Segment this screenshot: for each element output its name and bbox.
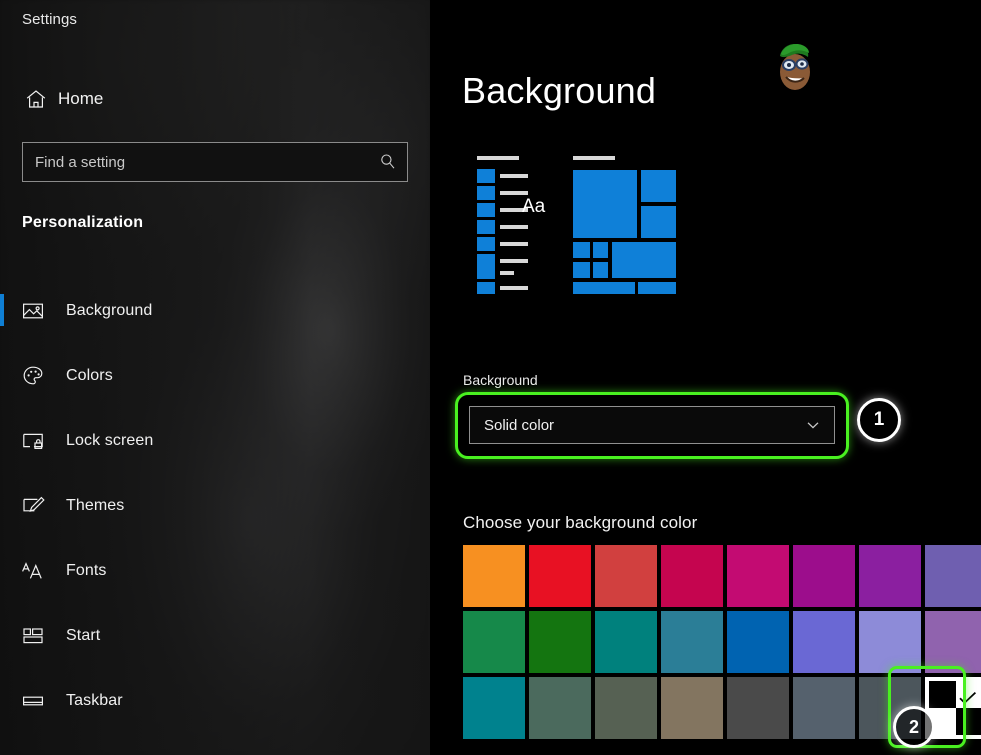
page-title: Background bbox=[462, 70, 656, 112]
background-dropdown-value: Solid color bbox=[470, 417, 792, 434]
search-box[interactable] bbox=[22, 142, 408, 182]
color-swatch[interactable] bbox=[595, 611, 657, 673]
sidebar: Settings Home bbox=[0, 0, 430, 755]
background-field-label: Background bbox=[463, 372, 538, 388]
taskbar-icon bbox=[0, 689, 66, 713]
search-input[interactable] bbox=[23, 143, 369, 181]
sidebar-item-taskbar[interactable]: Taskbar bbox=[0, 668, 430, 733]
sidebar-item-background[interactable]: Background bbox=[0, 278, 430, 343]
choose-color-heading: Choose your background color bbox=[463, 513, 697, 533]
background-dropdown[interactable]: Solid color bbox=[469, 406, 835, 444]
sidebar-item-home[interactable]: Home bbox=[14, 80, 414, 118]
color-swatch[interactable] bbox=[463, 611, 525, 673]
color-swatch[interactable] bbox=[727, 677, 789, 739]
sidebar-nav-list: Background Colors bbox=[0, 278, 430, 733]
color-swatch[interactable] bbox=[661, 611, 723, 673]
color-swatch[interactable] bbox=[925, 545, 981, 607]
sidebar-item-start[interactable]: Start bbox=[0, 603, 430, 668]
swatch-quadrant bbox=[929, 681, 956, 708]
sidebar-item-home-label: Home bbox=[58, 89, 103, 109]
window-title: Settings bbox=[22, 11, 77, 28]
color-swatch[interactable] bbox=[793, 677, 855, 739]
brush-icon bbox=[0, 494, 66, 518]
color-swatch[interactable] bbox=[463, 545, 525, 607]
font-size-icon bbox=[0, 559, 66, 583]
sidebar-item-colors[interactable]: Colors bbox=[0, 343, 430, 408]
color-swatch[interactable] bbox=[925, 611, 981, 673]
color-swatch[interactable] bbox=[859, 611, 921, 673]
picture-icon bbox=[0, 299, 66, 323]
sidebar-item-themes-label: Themes bbox=[66, 497, 124, 515]
sidebar-item-fonts[interactable]: Fonts bbox=[0, 538, 430, 603]
color-swatch[interactable] bbox=[859, 545, 921, 607]
color-swatch[interactable] bbox=[727, 611, 789, 673]
color-swatch[interactable] bbox=[661, 677, 723, 739]
sidebar-item-lock-screen-label: Lock screen bbox=[66, 432, 153, 450]
color-swatch[interactable] bbox=[529, 611, 591, 673]
preview-sample-text: Aa bbox=[522, 196, 545, 218]
color-swatch[interactable] bbox=[595, 677, 657, 739]
chevron-down-icon[interactable] bbox=[792, 416, 834, 434]
sidebar-item-fonts-label: Fonts bbox=[66, 562, 107, 580]
home-icon bbox=[14, 87, 58, 111]
color-swatch[interactable] bbox=[529, 545, 591, 607]
start-tiles-icon bbox=[0, 624, 66, 648]
lock-screen-icon bbox=[0, 429, 66, 453]
selection-indicator bbox=[0, 294, 4, 326]
sidebar-section-header: Personalization bbox=[22, 214, 143, 232]
sidebar-item-colors-label: Colors bbox=[66, 367, 113, 385]
palette-icon bbox=[0, 364, 66, 388]
color-swatch[interactable] bbox=[595, 545, 657, 607]
checkmark-icon bbox=[958, 690, 978, 711]
settings-window: Settings Home bbox=[0, 0, 981, 755]
swatch-quadrant bbox=[956, 708, 981, 735]
annotation-badge-2: 2 bbox=[893, 706, 935, 748]
color-swatch[interactable] bbox=[793, 545, 855, 607]
background-preview: Aa bbox=[466, 152, 696, 300]
sidebar-item-themes[interactable]: Themes bbox=[0, 473, 430, 538]
sidebar-item-taskbar-label: Taskbar bbox=[66, 692, 123, 710]
color-swatch[interactable] bbox=[793, 611, 855, 673]
color-swatch[interactable] bbox=[463, 677, 525, 739]
color-swatch[interactable] bbox=[727, 545, 789, 607]
color-swatch[interactable] bbox=[661, 545, 723, 607]
sidebar-item-lock-screen[interactable]: Lock screen bbox=[0, 408, 430, 473]
mascot-avatar-icon bbox=[764, 32, 826, 94]
color-swatch[interactable] bbox=[529, 677, 591, 739]
sidebar-item-start-label: Start bbox=[66, 627, 100, 645]
sidebar-item-background-label: Background bbox=[66, 302, 152, 320]
search-icon[interactable] bbox=[369, 152, 407, 172]
annotation-badge-1: 1 bbox=[857, 398, 901, 442]
